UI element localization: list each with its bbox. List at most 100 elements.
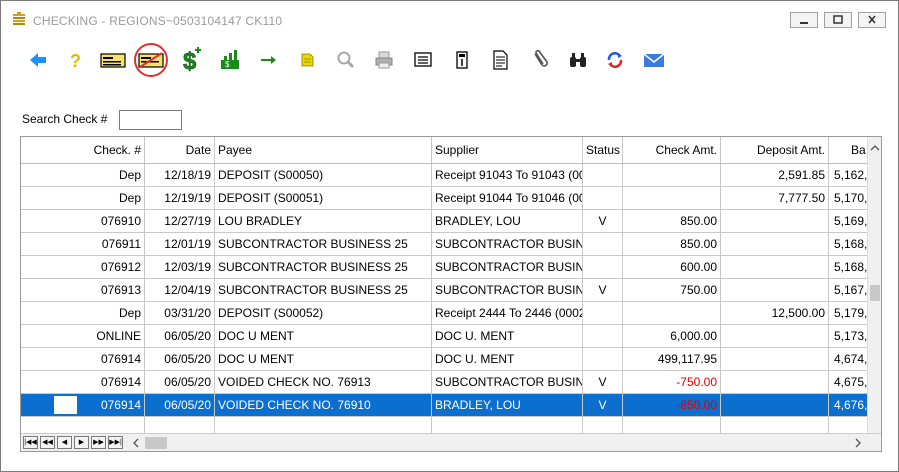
cell-payee[interactable]: DOC U MENT bbox=[215, 325, 432, 347]
cell-status[interactable] bbox=[583, 348, 623, 370]
col-header-deposit-amt[interactable]: Deposit Amt. bbox=[721, 137, 829, 163]
table-row[interactable]: 076914 06/05/20 VOIDED CHECK NO. 76913 SUBC… bbox=[21, 371, 867, 394]
cell-deposit-amt[interactable] bbox=[721, 233, 829, 255]
cell-date[interactable]: 06/05/20 bbox=[145, 371, 215, 393]
cell-check-amt[interactable]: 600.00 bbox=[623, 256, 721, 278]
refresh-button[interactable] bbox=[600, 45, 630, 75]
cell-payee[interactable]: SUBCONTRACTOR BUSINESS 25 bbox=[215, 279, 432, 301]
cell-payee[interactable]: LOU BRADLEY bbox=[215, 210, 432, 232]
cell-date[interactable]: 12/01/19 bbox=[145, 233, 215, 255]
cell-status[interactable] bbox=[583, 302, 623, 324]
cell-check-amt[interactable]: 499,117.95 bbox=[623, 348, 721, 370]
cell-status[interactable] bbox=[583, 187, 623, 209]
find-button[interactable] bbox=[563, 45, 593, 75]
cell-deposit-amt[interactable] bbox=[721, 210, 829, 232]
cell-status[interactable] bbox=[583, 164, 623, 186]
cell-check[interactable]: 076910 bbox=[21, 210, 145, 232]
cell-supplier[interactable]: SUBCONTRACTOR BUSINES bbox=[432, 371, 583, 393]
cell-status[interactable]: V bbox=[583, 394, 623, 416]
horizontal-scroll-thumb[interactable] bbox=[145, 437, 167, 449]
cell-date[interactable]: 06/05/20 bbox=[145, 394, 215, 416]
first-record-button[interactable]: |◀◀ bbox=[23, 436, 38, 449]
write-check-button[interactable] bbox=[98, 45, 128, 75]
cell-payee[interactable]: SUBCONTRACTOR BUSINESS 25 bbox=[215, 233, 432, 255]
cell-balance[interactable]: 4,674, bbox=[829, 348, 869, 370]
last-record-button[interactable]: ▶▶| bbox=[108, 436, 123, 449]
table-row[interactable]: Dep 12/19/19 DEPOSIT (S00051) Receipt 91044… bbox=[21, 187, 867, 210]
cell-payee[interactable]: VOIDED CHECK NO. 76910 bbox=[215, 394, 432, 416]
cell-balance[interactable]: 5,173, bbox=[829, 325, 869, 347]
table-row[interactable]: 076914 06/05/20 VOIDED CHECK NO. 76910 BRAD… bbox=[21, 394, 867, 417]
table-row[interactable]: 076913 12/04/19 SUBCONTRACTOR BUSINESS 25 S… bbox=[21, 279, 867, 302]
close-button[interactable] bbox=[858, 12, 886, 28]
cell-check[interactable]: 076914 bbox=[21, 371, 145, 393]
cell-status[interactable] bbox=[583, 325, 623, 347]
cell-date[interactable]: 12/04/19 bbox=[145, 279, 215, 301]
forward-button[interactable] bbox=[253, 45, 283, 75]
email-button[interactable] bbox=[639, 45, 669, 75]
cell-payee[interactable]: DEPOSIT (S00051) bbox=[215, 187, 432, 209]
cell-date[interactable]: 06/05/20 bbox=[145, 348, 215, 370]
cell-deposit-amt[interactable]: 7,777.50 bbox=[721, 187, 829, 209]
cell-check[interactable]: Dep bbox=[21, 302, 145, 324]
cell-deposit-amt[interactable] bbox=[721, 325, 829, 347]
next-record-button[interactable]: ▶ bbox=[74, 436, 89, 449]
next-page-button[interactable]: ▶▶ bbox=[91, 436, 106, 449]
cell-payee[interactable]: VOIDED CHECK NO. 76913 bbox=[215, 371, 432, 393]
cell-payee[interactable]: SUBCONTRACTOR BUSINESS 25 bbox=[215, 256, 432, 278]
cell-check[interactable]: Dep bbox=[21, 164, 145, 186]
col-header-status[interactable]: Status bbox=[583, 137, 623, 163]
print-button[interactable] bbox=[369, 45, 399, 75]
void-check-button[interactable] bbox=[134, 43, 168, 77]
cell-check-amt[interactable] bbox=[623, 164, 721, 186]
cell-date[interactable]: 12/19/19 bbox=[145, 187, 215, 209]
prev-record-button[interactable]: ◀ bbox=[57, 436, 72, 449]
deposit-button[interactable]: $ bbox=[177, 45, 207, 75]
cell-check-amt[interactable]: -750.00 bbox=[623, 371, 721, 393]
attach-button[interactable] bbox=[524, 45, 554, 75]
vertical-scrollbar[interactable] bbox=[867, 137, 881, 433]
calculator-button[interactable] bbox=[447, 45, 477, 75]
cell-supplier[interactable]: Receipt 91043 To 91043 (000 bbox=[432, 164, 583, 186]
cell-deposit-amt[interactable]: 2,591.85 bbox=[721, 164, 829, 186]
cell-check-amt[interactable]: 850.00 bbox=[623, 210, 721, 232]
cell-supplier[interactable]: SUBCONTRACTOR BUSINES bbox=[432, 279, 583, 301]
cell-balance[interactable]: 5,179, bbox=[829, 302, 869, 324]
transfer-button[interactable]: $ bbox=[216, 45, 246, 75]
cell-deposit-amt[interactable] bbox=[721, 279, 829, 301]
table-row[interactable]: Dep 03/31/20 DEPOSIT (S00052) Receipt 2444 … bbox=[21, 302, 867, 325]
table-row[interactable]: 076910 12/27/19 LOU BRADLEY BRADLEY, LOU V 85… bbox=[21, 210, 867, 233]
cell-payee[interactable]: DOC U MENT bbox=[215, 348, 432, 370]
cell-supplier[interactable]: SUBCONTRACTOR BUSINES bbox=[432, 233, 583, 255]
cell-deposit-amt[interactable] bbox=[721, 256, 829, 278]
cell-check-amt[interactable]: 750.00 bbox=[623, 279, 721, 301]
col-header-check-amt[interactable]: Check Amt. bbox=[623, 137, 721, 163]
cell-check-amt[interactable] bbox=[623, 302, 721, 324]
table-row[interactable]: 076912 12/03/19 SUBCONTRACTOR BUSINESS 25 S… bbox=[21, 256, 867, 279]
note-button[interactable] bbox=[292, 45, 322, 75]
col-header-balance[interactable]: Ba bbox=[829, 137, 869, 163]
cell-status[interactable] bbox=[583, 256, 623, 278]
back-button[interactable] bbox=[23, 45, 53, 75]
cell-supplier[interactable]: Receipt 91044 To 91046 (000 bbox=[432, 187, 583, 209]
cell-deposit-amt[interactable]: 12,500.00 bbox=[721, 302, 829, 324]
cell-supplier[interactable]: BRADLEY, LOU bbox=[432, 210, 583, 232]
cell-balance[interactable]: 5,168, bbox=[829, 233, 869, 255]
cell-check-amt[interactable] bbox=[623, 187, 721, 209]
cell-check[interactable]: 076914 bbox=[21, 394, 145, 416]
cell-date[interactable]: 06/05/20 bbox=[145, 325, 215, 347]
cell-supplier[interactable]: BRADLEY, LOU bbox=[432, 394, 583, 416]
table-row[interactable]: 076914 06/05/20 DOC U MENT DOC U. MENT 499,1… bbox=[21, 348, 867, 371]
cell-balance[interactable]: 5,162, bbox=[829, 164, 869, 186]
table-row[interactable]: ONLINE 06/05/20 DOC U MENT DOC U. MENT 6,000… bbox=[21, 325, 867, 348]
cell-check[interactable]: 076911 bbox=[21, 233, 145, 255]
cell-status[interactable]: V bbox=[583, 279, 623, 301]
cell-balance[interactable]: 5,170, bbox=[829, 187, 869, 209]
cell-balance[interactable]: 4,675, bbox=[829, 371, 869, 393]
cell-date[interactable]: 12/03/19 bbox=[145, 256, 215, 278]
cell-date[interactable]: 12/18/19 bbox=[145, 164, 215, 186]
prev-page-button[interactable]: ◀◀ bbox=[40, 436, 55, 449]
cell-date[interactable]: 03/31/20 bbox=[145, 302, 215, 324]
cell-balance[interactable]: 5,167, bbox=[829, 279, 869, 301]
cell-deposit-amt[interactable] bbox=[721, 394, 829, 416]
